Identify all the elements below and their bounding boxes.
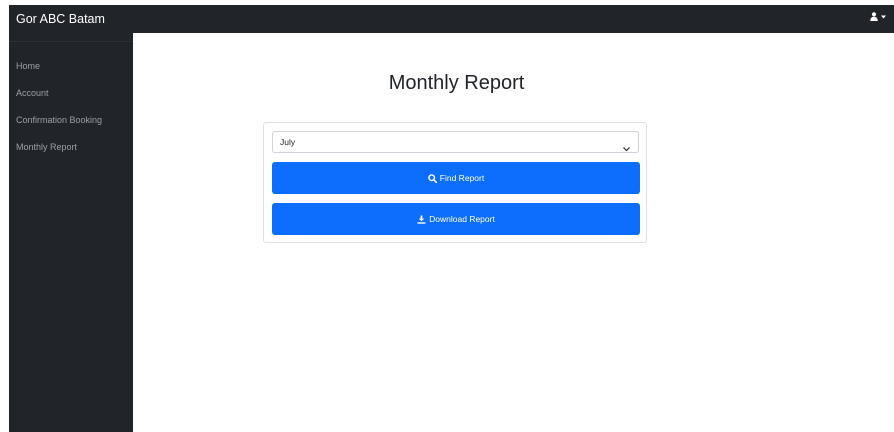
download-report-button[interactable]: Download Report [272, 203, 640, 235]
chevron-down-icon [623, 139, 630, 157]
brand-title[interactable]: Gor ABC Batam [16, 12, 105, 26]
find-report-label: Find Report [439, 173, 485, 183]
caret-down-icon [881, 15, 886, 19]
sidebar-divider [9, 41, 133, 42]
sidebar-item-monthly-report[interactable]: Monthly Report [9, 139, 133, 166]
month-select-value: July [280, 137, 296, 147]
download-icon [417, 215, 426, 224]
find-report-button[interactable]: Find Report [272, 162, 640, 194]
left-edge [0, 0, 9, 432]
month-select[interactable]: July [272, 131, 639, 153]
sidebar-item-confirmation-booking[interactable]: Confirmation Booking [9, 112, 133, 139]
user-menu-toggle[interactable] [870, 12, 886, 21]
user-icon [870, 12, 878, 21]
main-content: Monthly Report July Find Report Download… [133, 33, 894, 432]
sidebar-nav: Home Account Confirmation Booking Monthl… [9, 58, 133, 166]
download-report-label: Download Report [429, 214, 495, 224]
search-icon [427, 173, 437, 183]
top-navbar: Gor ABC Batam [9, 5, 894, 33]
sidebar: Home Account Confirmation Booking Monthl… [9, 33, 133, 432]
page-title: Monthly Report [388, 72, 525, 94]
sidebar-item-home[interactable]: Home [9, 58, 133, 85]
sidebar-item-account[interactable]: Account [9, 85, 133, 112]
report-card: July Find Report Download Report [263, 122, 647, 243]
